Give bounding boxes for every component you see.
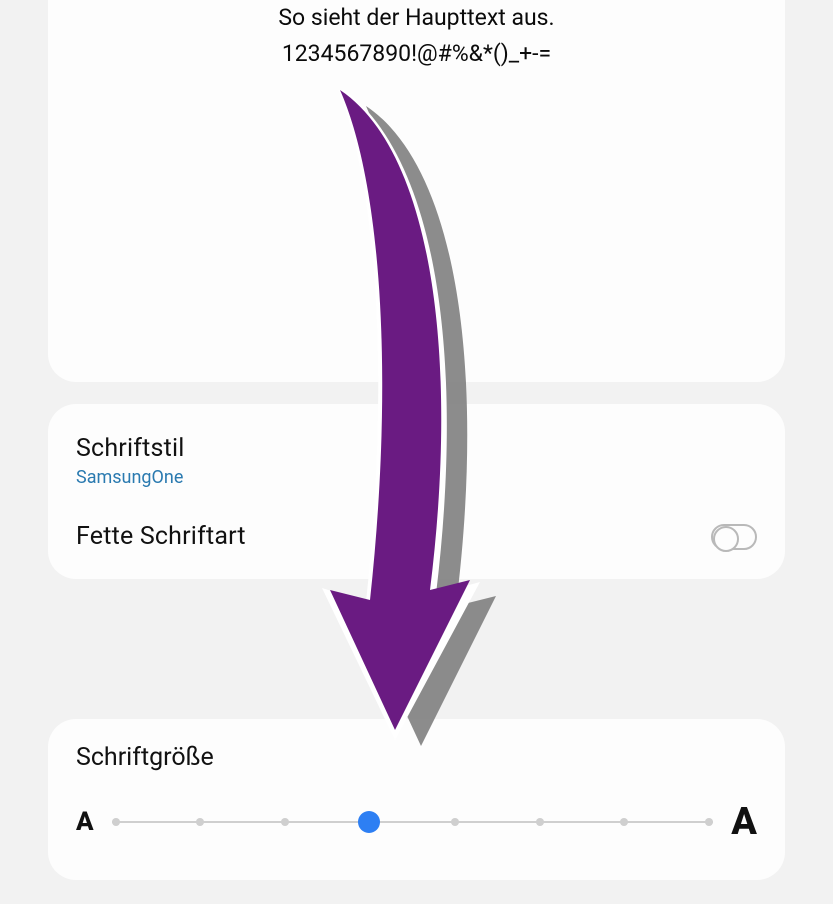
font-size-title: Schriftgröße	[76, 743, 757, 772]
preview-line-2: 1234567890!@#%&*()_+-=	[72, 36, 761, 72]
slider-thumb[interactable]	[358, 811, 380, 833]
font-preview-card: So sieht der Haupttext aus. 1234567890!@…	[48, 0, 785, 382]
font-style-value: SamsungOne	[76, 467, 185, 488]
slider-tick	[196, 818, 204, 826]
font-size-large-icon: A	[731, 800, 757, 844]
font-style-label-group: Schriftstil SamsungOne	[76, 434, 185, 488]
font-size-card: Schriftgröße A A	[48, 719, 785, 880]
font-style-card: Schriftstil SamsungOne Fette Schriftart	[48, 404, 785, 579]
font-size-slider[interactable]	[112, 810, 714, 834]
font-size-small-icon: A	[76, 807, 94, 837]
slider-tick	[451, 818, 459, 826]
slider-ticks	[112, 810, 714, 834]
preview-line-1: So sieht der Haupttext aus.	[72, 0, 761, 36]
font-size-slider-wrap: A A	[76, 800, 757, 844]
bold-font-toggle[interactable]	[711, 524, 757, 550]
slider-tick	[112, 818, 120, 826]
font-style-title: Schriftstil	[76, 434, 185, 463]
bold-font-row[interactable]: Fette Schriftart	[76, 498, 757, 561]
bold-font-title: Fette Schriftart	[76, 522, 246, 551]
slider-tick	[705, 818, 713, 826]
font-style-row[interactable]: Schriftstil SamsungOne	[76, 424, 757, 498]
slider-tick	[536, 818, 544, 826]
preview-text: So sieht der Haupttext aus. 1234567890!@…	[72, 0, 761, 71]
slider-tick	[281, 818, 289, 826]
slider-tick	[620, 818, 628, 826]
